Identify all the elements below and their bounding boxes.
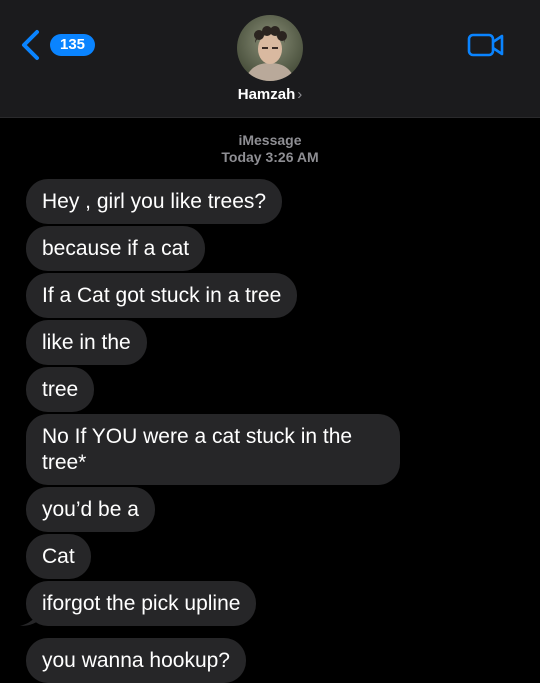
chevron-right-icon: › xyxy=(297,86,303,103)
incoming-message-bubble[interactable]: you’d be a xyxy=(26,487,155,532)
contact-name-row[interactable]: Hamzah › xyxy=(0,86,540,103)
chevron-left-icon xyxy=(22,30,39,60)
incoming-message-bubble[interactable]: No If YOU were a cat stuck in the tree* xyxy=(26,414,400,485)
conversation-meta: iMessage Today 3:26 AM xyxy=(0,132,540,166)
incoming-message-bubble[interactable]: because if a cat xyxy=(26,226,206,271)
video-call-button[interactable] xyxy=(466,30,506,60)
incoming-message-bubble[interactable]: If a Cat got stuck in a tree xyxy=(26,273,298,318)
incoming-message-bubble[interactable]: Hey , girl you like trees? xyxy=(26,179,283,224)
incoming-message-bubble[interactable]: tree xyxy=(26,367,95,412)
incoming-message-bubble[interactable]: like in the xyxy=(26,320,147,365)
bubble-tail xyxy=(20,607,38,626)
contact-name: Hamzah xyxy=(237,86,296,103)
unread-count-badge: 135 xyxy=(50,34,96,56)
service-label: iMessage xyxy=(238,132,302,148)
avatar[interactable] xyxy=(237,15,303,81)
incoming-message-bubble[interactable]: you wanna hookup? xyxy=(26,638,246,683)
timestamp: Today 3:26 AM xyxy=(221,149,319,165)
conversation-header: 135 Hamzah › xyxy=(0,0,540,118)
video-camera-icon xyxy=(467,33,504,57)
incoming-message-bubble[interactable]: iforgot the pick upline xyxy=(26,581,257,626)
incoming-message-bubble[interactable]: Cat xyxy=(26,534,91,579)
avatar-image xyxy=(237,15,303,81)
back-button[interactable]: 135 xyxy=(18,28,96,62)
